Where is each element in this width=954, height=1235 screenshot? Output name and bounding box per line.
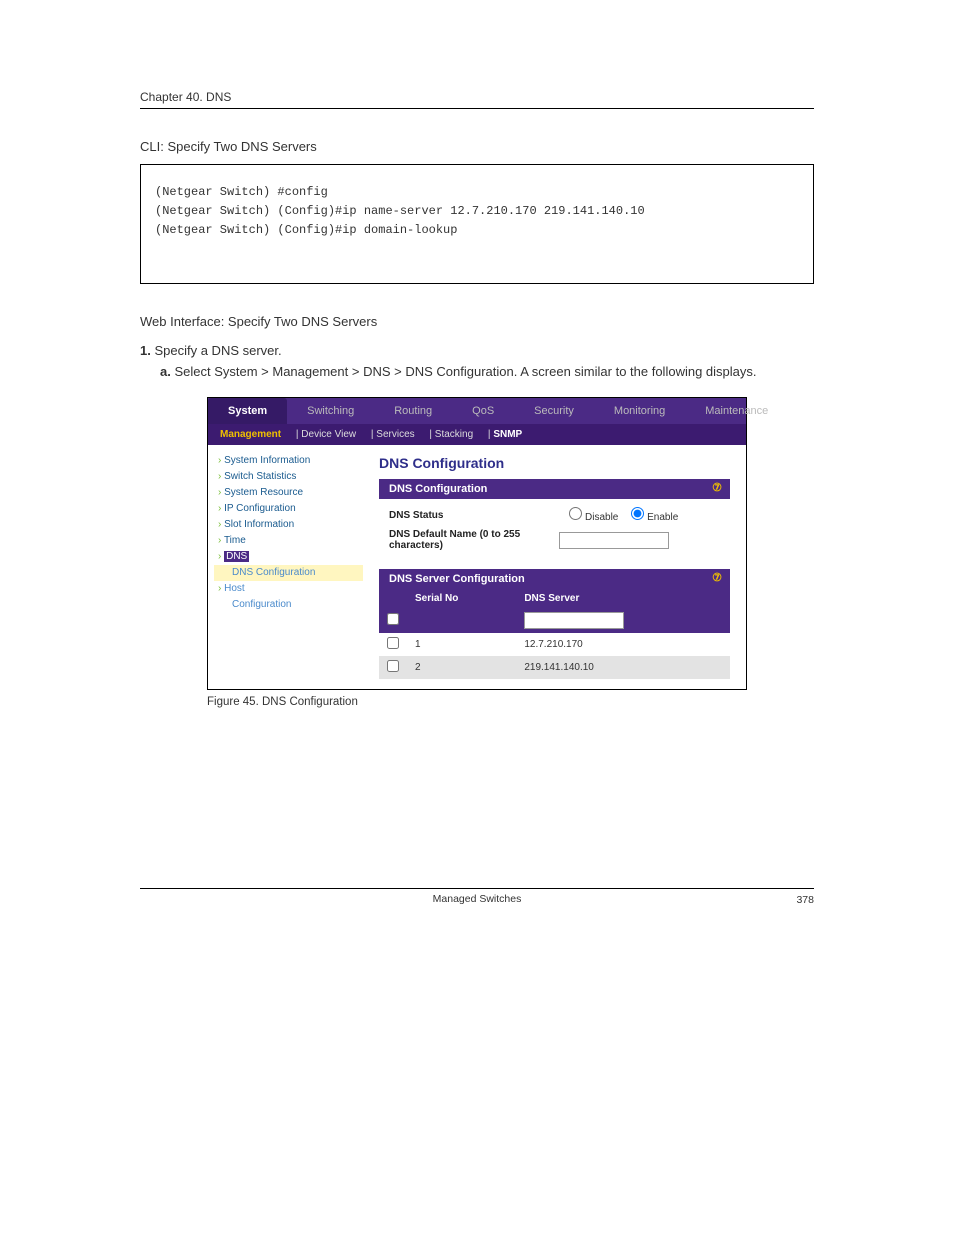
dns-server-config-panel-header: DNS Server Configuration⑦ bbox=[379, 569, 730, 589]
tab-maintenance[interactable]: Maintenance bbox=[685, 398, 788, 424]
dns-status-enable-label: Enable bbox=[647, 512, 678, 523]
dns-status-enable-radio[interactable] bbox=[631, 507, 644, 520]
cli-section-title: CLI: Specify Two DNS Servers bbox=[140, 139, 814, 154]
web-section-title: Web Interface: Specify Two DNS Servers bbox=[140, 314, 814, 329]
chapter-heading: Chapter 40. DNS bbox=[140, 90, 814, 104]
sidebar-time[interactable]: Time bbox=[214, 533, 363, 549]
page-title: DNS Configuration bbox=[379, 455, 730, 471]
sidebar-dns-configuration[interactable]: DNS Configuration bbox=[214, 565, 363, 581]
step-1a-text: Select System > Management > DNS > DNS C… bbox=[174, 364, 756, 379]
cell-server: 12.7.210.170 bbox=[516, 633, 730, 656]
step-1a: a. Select System > Management > DNS > DN… bbox=[160, 364, 814, 379]
sidebar-ip-configuration[interactable]: IP Configuration bbox=[214, 501, 363, 517]
dns-server-add-input[interactable] bbox=[524, 612, 624, 629]
row-checkbox[interactable] bbox=[387, 660, 399, 672]
subtab-services[interactable]: Services bbox=[376, 429, 414, 440]
tab-routing[interactable]: Routing bbox=[374, 398, 452, 424]
step-1a-letter: a. bbox=[160, 364, 171, 379]
help-icon[interactable]: ⑦ bbox=[712, 571, 722, 584]
divider bbox=[140, 108, 814, 109]
screenshot: System Switching Routing QoS Security Mo… bbox=[207, 397, 747, 690]
sidebar: System Information Switch Statistics Sys… bbox=[208, 445, 363, 689]
tab-security[interactable]: Security bbox=[514, 398, 594, 424]
figure-caption: Figure 45. DNS Configuration bbox=[207, 696, 747, 708]
subtab-snmp[interactable]: SNMP bbox=[493, 429, 522, 440]
subtab-stacking[interactable]: Stacking bbox=[435, 429, 473, 440]
main-content: DNS Configuration DNS Configuration⑦ DNS… bbox=[363, 445, 746, 689]
sub-tabs: Management | Device View | Services | St… bbox=[208, 424, 746, 445]
sidebar-system-information[interactable]: System Information bbox=[214, 453, 363, 469]
sidebar-system-resource[interactable]: System Resource bbox=[214, 485, 363, 501]
sidebar-slot-information[interactable]: Slot Information bbox=[214, 517, 363, 533]
step-1-text: Specify a DNS server. bbox=[154, 343, 281, 358]
cell-serial: 1 bbox=[407, 633, 516, 656]
subtab-management[interactable]: Management bbox=[220, 429, 281, 440]
cell-serial: 2 bbox=[407, 656, 516, 679]
subtab-device-view[interactable]: Device View bbox=[301, 429, 356, 440]
sidebar-switch-statistics[interactable]: Switch Statistics bbox=[214, 469, 363, 485]
col-serial-no: Serial No bbox=[407, 589, 516, 608]
sidebar-host[interactable]: Host bbox=[214, 581, 363, 597]
cli-code-block: (Netgear Switch) #config (Netgear Switch… bbox=[140, 164, 814, 284]
page-footer: Managed Switches 378 bbox=[140, 888, 814, 905]
step-1-number: 1. bbox=[140, 343, 151, 358]
tab-switching[interactable]: Switching bbox=[287, 398, 374, 424]
sidebar-host-configuration[interactable]: Configuration bbox=[214, 597, 363, 613]
dns-config-panel-header: DNS Configuration⑦ bbox=[379, 479, 730, 499]
dns-status-label: DNS Status bbox=[389, 510, 559, 521]
dns-status-disable-label: Disable bbox=[585, 512, 618, 523]
dns-default-name-input[interactable] bbox=[559, 532, 669, 549]
page-number: 378 bbox=[796, 894, 814, 906]
table-row: 2 219.141.140.10 bbox=[379, 656, 730, 679]
cell-server: 219.141.140.10 bbox=[516, 656, 730, 679]
tab-monitoring[interactable]: Monitoring bbox=[594, 398, 685, 424]
col-dns-server: DNS Server bbox=[516, 589, 730, 608]
row-checkbox[interactable] bbox=[387, 637, 399, 649]
tab-system[interactable]: System bbox=[208, 398, 287, 424]
step-1: 1. Specify a DNS server. bbox=[140, 343, 814, 358]
select-all-checkbox[interactable] bbox=[387, 613, 399, 625]
dns-default-name-label: DNS Default Name (0 to 255 characters) bbox=[389, 529, 559, 551]
tab-qos[interactable]: QoS bbox=[452, 398, 514, 424]
footer-title: Managed Switches bbox=[433, 893, 522, 905]
help-icon[interactable]: ⑦ bbox=[712, 481, 722, 494]
sidebar-dns[interactable]: DNS bbox=[214, 549, 363, 565]
dns-status-disable-radio[interactable] bbox=[569, 507, 582, 520]
top-tabs: System Switching Routing QoS Security Mo… bbox=[208, 398, 746, 424]
dns-server-table: Serial No DNS Server 1 12.7.210.170 bbox=[379, 589, 730, 679]
table-row: 1 12.7.210.170 bbox=[379, 633, 730, 656]
